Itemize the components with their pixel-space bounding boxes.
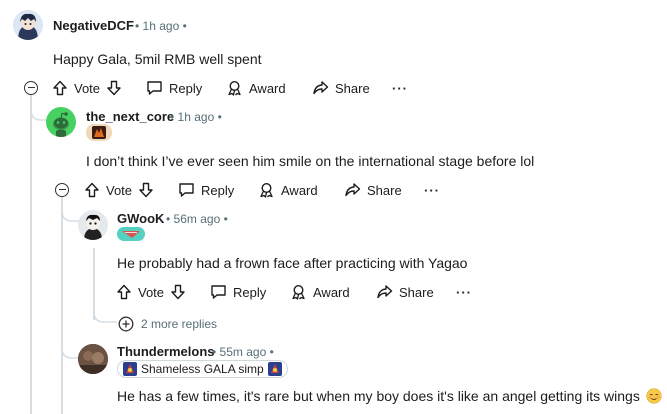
share-button[interactable]: Share <box>312 77 370 99</box>
gala-emblem-icon <box>267 362 282 376</box>
upvote-icon[interactable] <box>116 284 132 300</box>
photo-avatar-icon <box>78 344 108 374</box>
share-label: Share <box>367 182 402 198</box>
separator: • <box>217 110 222 124</box>
timestamp: • 1h ago • <box>135 19 187 33</box>
share-label: Share <box>335 80 370 96</box>
award-button[interactable]: Award <box>258 179 318 201</box>
award-icon <box>292 284 305 300</box>
timestamp-text: 55m ago <box>219 345 267 359</box>
comment-bubble-icon <box>179 183 194 197</box>
username[interactable]: Thundermelons <box>117 344 215 359</box>
avatar[interactable] <box>78 344 108 374</box>
comment-body-row: He has a few times, it's rare but when m… <box>117 388 662 404</box>
comment-body: Happy Gala, 5mil RMB well spent <box>53 51 262 67</box>
vote-group: Vote <box>52 77 122 99</box>
gala-emblem-icon <box>123 362 137 376</box>
avatar[interactable] <box>13 10 43 40</box>
more-replies-label: 2 more replies <box>141 317 218 331</box>
comment-actions: Vote Reply Award Share ··· <box>116 281 486 303</box>
thread-rail-level2 <box>61 197 63 414</box>
award-button[interactable]: Award <box>290 281 350 303</box>
hero-portrait-icon <box>92 126 106 139</box>
thread-rail-main <box>30 95 32 414</box>
more-replies-link[interactable]: 2 more replies <box>118 315 217 333</box>
separator: • <box>166 212 171 226</box>
avatar[interactable] <box>46 107 76 137</box>
separator: • <box>269 345 274 359</box>
relieved-face-emoji-icon <box>646 388 662 404</box>
separator: • <box>223 212 228 226</box>
award-button[interactable]: Award <box>226 77 286 99</box>
reply-button[interactable]: Reply <box>146 77 202 99</box>
share-button[interactable]: Share <box>344 179 402 201</box>
character-avatar-icon <box>84 214 102 240</box>
more-options-icon: ··· <box>456 284 472 300</box>
reply-label: Reply <box>169 80 203 96</box>
username[interactable]: NegativeDCF <box>53 18 134 33</box>
timestamp-text: 1h ago <box>177 110 215 124</box>
more-options-button[interactable]: ··· <box>424 179 440 201</box>
vote-label: Vote <box>106 182 133 198</box>
avatar[interactable] <box>78 210 108 240</box>
comment-body: He has a few times, it's rare but when m… <box>117 388 640 404</box>
timestamp: • 1h ago • <box>170 110 222 124</box>
user-flair-badge <box>117 227 145 241</box>
separator: • <box>135 19 140 33</box>
share-button[interactable]: Share <box>376 281 434 303</box>
reply-button[interactable]: Reply <box>210 281 266 303</box>
vote-group: Vote <box>116 281 186 303</box>
thread-connector-3 <box>93 306 117 323</box>
timestamp-text: 56m ago <box>173 212 221 226</box>
upvote-icon[interactable] <box>52 80 68 96</box>
award-icon <box>228 80 241 96</box>
separator: • <box>212 345 217 359</box>
vote-label: Vote <box>74 80 101 96</box>
downvote-icon[interactable] <box>106 80 122 96</box>
timestamp-text: 1h ago <box>142 19 180 33</box>
username[interactable]: GWooK <box>117 211 164 226</box>
comment-bubble-icon <box>211 285 226 299</box>
vote-group: Vote <box>84 179 154 201</box>
user-flair-badge <box>86 124 112 141</box>
user-flair: Shameless GALA simp <box>117 360 288 378</box>
reply-label: Reply <box>201 182 235 198</box>
comment-body: I don’t think I’ve ever seen him smile o… <box>86 153 535 169</box>
share-arrow-icon <box>377 285 393 299</box>
comment-actions: Vote Reply Award Share ··· <box>52 77 422 99</box>
share-arrow-icon <box>313 81 329 95</box>
timestamp: • 56m ago • <box>166 212 228 226</box>
collapse-thread-button[interactable] <box>55 183 69 197</box>
separator: • <box>182 19 187 33</box>
comment-body: He probably had a frown face after pract… <box>117 255 468 271</box>
more-options-icon: ··· <box>424 182 440 198</box>
award-label: Award <box>281 182 318 198</box>
comment-bubble-icon <box>147 81 162 95</box>
award-label: Award <box>313 284 350 300</box>
award-icon <box>260 182 273 198</box>
username[interactable]: the_next_core <box>86 109 174 124</box>
more-options-button[interactable]: ··· <box>392 77 408 99</box>
upvote-icon[interactable] <box>84 182 100 198</box>
share-arrow-icon <box>345 183 361 197</box>
collapse-thread-button[interactable] <box>24 81 38 95</box>
snoo-avatar-icon <box>53 112 69 137</box>
vote-label: Vote <box>138 284 165 300</box>
flair-text: Shameless GALA simp <box>141 362 264 376</box>
reply-button[interactable]: Reply <box>178 179 234 201</box>
wing-emblem-icon <box>122 231 140 238</box>
separator: • <box>170 110 175 124</box>
downvote-icon[interactable] <box>138 182 154 198</box>
downvote-icon[interactable] <box>170 284 186 300</box>
reply-label: Reply <box>233 284 267 300</box>
more-options-button[interactable]: ··· <box>456 281 472 303</box>
more-options-icon: ··· <box>392 80 408 96</box>
share-label: Share <box>399 284 434 300</box>
anime-avatar-icon <box>18 13 38 40</box>
award-label: Award <box>249 80 286 96</box>
timestamp: • 55m ago • <box>212 345 274 359</box>
plus-circle-icon <box>118 316 134 332</box>
comment-actions: Vote Reply Award Share ··· <box>84 179 454 201</box>
